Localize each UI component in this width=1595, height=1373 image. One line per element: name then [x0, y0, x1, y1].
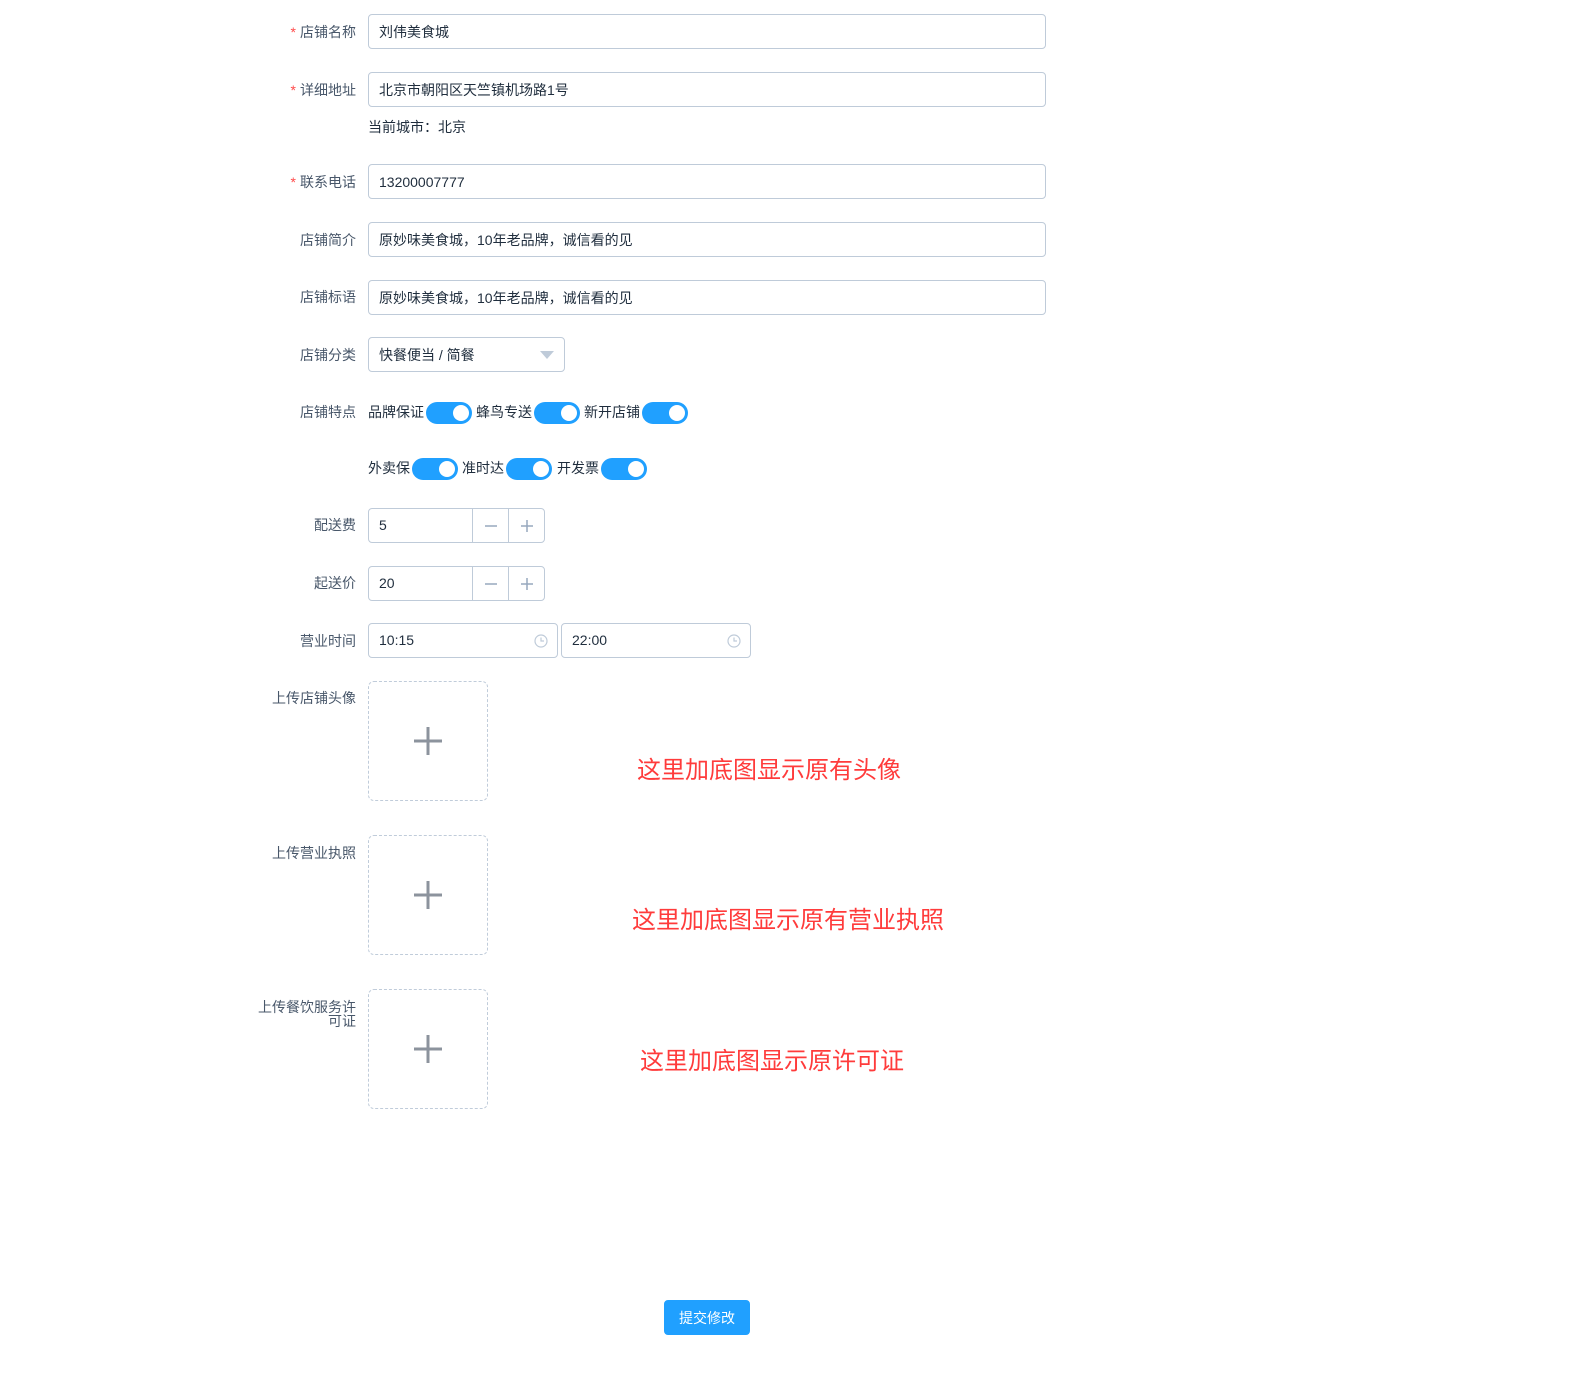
- delivery-fee-value[interactable]: 5: [379, 509, 387, 542]
- shop-name-input[interactable]: 刘伟美食城: [368, 14, 1046, 49]
- delivery-fee-stepper[interactable]: 5: [368, 508, 545, 543]
- slogan-input[interactable]: 原妙味美食城，10年老品牌，诚信看的见: [368, 280, 1046, 315]
- min-order-label: 起送价: [314, 575, 356, 591]
- avatar-uploader[interactable]: [368, 681, 488, 801]
- minus-icon: [485, 582, 497, 585]
- permit-note: 这里加底图显示原许可证: [640, 1047, 904, 1075]
- phone-input[interactable]: 13200007777: [368, 164, 1046, 199]
- feature-label: 品牌保证: [368, 404, 424, 420]
- license-note: 这里加底图显示原有营业执照: [632, 906, 944, 934]
- end-time-value[interactable]: 22:00: [572, 624, 607, 657]
- caret-down-icon: [540, 351, 554, 359]
- decrease-button[interactable]: [472, 567, 509, 600]
- upload-permit-label-line1: 上传餐饮服务许: [258, 999, 356, 1015]
- feature-label: 蜂鸟专送: [476, 404, 532, 420]
- intro-input[interactable]: 原妙味美食城，10年老品牌，诚信看的见: [368, 222, 1046, 257]
- permit-uploader[interactable]: [368, 989, 488, 1109]
- feature-label: 外卖保: [368, 460, 410, 476]
- intro-label: 店铺简介: [300, 232, 356, 248]
- upload-permit-label-line2: 可证: [328, 1013, 356, 1029]
- increase-button[interactable]: [508, 567, 545, 600]
- avatar-note: 这里加底图显示原有头像: [637, 756, 901, 784]
- clock-icon: [727, 634, 741, 648]
- feature-label: 新开店铺: [584, 404, 640, 420]
- features-label: 店铺特点: [300, 404, 356, 420]
- plus-icon: [414, 881, 442, 909]
- city-hint: 当前城市：北京: [368, 119, 466, 135]
- minus-icon: [485, 524, 497, 527]
- address-label: * 详细地址: [290, 82, 356, 98]
- end-time-picker[interactable]: 22:00: [561, 623, 751, 658]
- license-uploader[interactable]: [368, 835, 488, 955]
- plus-icon: [521, 577, 533, 590]
- min-order-value[interactable]: 20: [379, 567, 395, 600]
- delivery-fee-label: 配送费: [314, 517, 356, 533]
- feature-switch-brand[interactable]: [426, 402, 472, 424]
- shop-name-label: * 店铺名称: [290, 24, 356, 40]
- feature-switch-ontime[interactable]: [506, 458, 552, 480]
- feature-switch-new[interactable]: [642, 402, 688, 424]
- feature-switch-insurance[interactable]: [412, 458, 458, 480]
- min-order-stepper[interactable]: 20: [368, 566, 545, 601]
- category-label: 店铺分类: [300, 347, 356, 363]
- plus-icon: [521, 519, 533, 532]
- feature-switch-invoice[interactable]: [601, 458, 647, 480]
- feature-label: 开发票: [557, 460, 599, 476]
- feature-switch-fengniao[interactable]: [534, 402, 580, 424]
- address-input[interactable]: 北京市朝阳区天竺镇机场路1号: [368, 72, 1046, 107]
- slogan-label: 店铺标语: [300, 289, 356, 305]
- increase-button[interactable]: [508, 509, 545, 542]
- hours-label: 营业时间: [300, 633, 356, 649]
- upload-permit-label: 上传餐饮服务许 可证: [258, 1000, 356, 1028]
- submit-button[interactable]: 提交修改: [664, 1300, 750, 1335]
- feature-label: 准时达: [462, 460, 504, 476]
- category-select[interactable]: 快餐便当 / 简餐: [368, 337, 565, 372]
- clock-icon: [534, 634, 548, 648]
- upload-license-label: 上传营业执照: [272, 845, 356, 861]
- start-time-picker[interactable]: 10:15: [368, 623, 558, 658]
- plus-icon: [414, 1035, 442, 1063]
- upload-avatar-label: 上传店铺头像: [272, 690, 356, 706]
- phone-label: * 联系电话: [290, 174, 356, 190]
- decrease-button[interactable]: [472, 509, 509, 542]
- plus-icon: [414, 727, 442, 755]
- start-time-value[interactable]: 10:15: [379, 624, 414, 657]
